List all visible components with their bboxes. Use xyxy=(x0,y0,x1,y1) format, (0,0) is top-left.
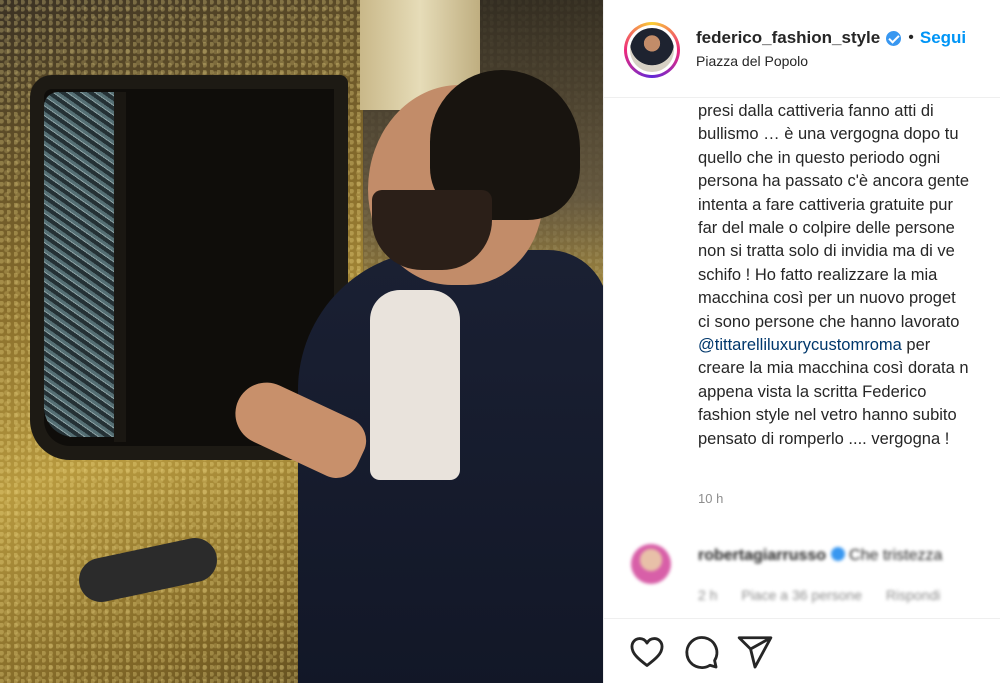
comment-likes[interactable]: Piace a 36 persone xyxy=(741,587,862,603)
car-window-post xyxy=(114,92,126,442)
comment-username[interactable]: robertagiarrusso xyxy=(698,547,826,564)
caption-line: presi dalla cattiveria fanno atti di xyxy=(698,102,934,120)
post-time-ago[interactable]: 10 h xyxy=(698,491,723,506)
profile-avatar[interactable] xyxy=(624,22,680,78)
post-header: federico_fashion_style • Segui Piazza de… xyxy=(604,0,1000,98)
broken-glass xyxy=(44,92,114,437)
follow-button[interactable]: Segui xyxy=(920,28,966,48)
caption-line: bullismo … è una vergogna dopo tu xyxy=(698,125,959,144)
caption-line: macchina così per un nuovo proget xyxy=(698,289,956,308)
caption-line: appena vista la scritta Federico xyxy=(698,382,927,401)
caption-line: fashion style nel vetro hanno subito xyxy=(698,406,957,425)
post-side-panel: federico_fashion_style • Segui Piazza de… xyxy=(603,0,1000,683)
caption-line: far del male o colpire delle persone xyxy=(698,219,955,238)
comment-item: robertagiarrusso Che tristezza 2 h Piace … xyxy=(604,530,1000,620)
post-actions-bar xyxy=(604,618,1000,683)
comment-time[interactable]: 2 h xyxy=(698,587,717,603)
comment-avatar[interactable] xyxy=(631,544,671,584)
caption-line: pensato di romperlo .... vergogna ! xyxy=(698,429,950,448)
avatar-image xyxy=(630,28,674,72)
comment-text: Che tristezza xyxy=(849,547,943,564)
verified-badge-icon xyxy=(886,30,902,46)
caption-line: ci sono persone che hanno lavorato xyxy=(698,312,960,331)
separator-dot: • xyxy=(908,29,914,46)
verified-badge-icon xyxy=(831,547,846,561)
caption-line: creare la mia macchina così dorata n xyxy=(698,359,969,378)
post-username[interactable]: federico_fashion_style xyxy=(696,28,880,48)
caption-mention-line: @tittarelliluxurycustomroma per xyxy=(698,334,1000,357)
post-location[interactable]: Piazza del Popolo xyxy=(696,53,808,69)
comment-body: robertagiarrusso Che tristezza xyxy=(698,547,942,565)
person-shirt xyxy=(370,290,460,480)
caption-line: intenta a fare cattiveria gratuite pur xyxy=(698,195,953,214)
comment-meta: 2 h Piace a 36 persone Rispondi xyxy=(698,587,960,603)
share-icon[interactable] xyxy=(736,633,774,671)
post-photo[interactable] xyxy=(0,0,603,683)
username-row: federico_fashion_style • Segui xyxy=(696,28,966,48)
caption-line: schifo ! Ho fatto realizzare la mia xyxy=(698,265,938,284)
comment-icon[interactable] xyxy=(682,633,720,671)
heart-icon[interactable] xyxy=(628,633,666,671)
caption-mention-tail: per xyxy=(901,336,931,355)
caption-line: quello che in questo periodo ogni xyxy=(698,148,941,167)
person-beard xyxy=(372,190,492,270)
caption-line: persona ha passato c'è ancora gente xyxy=(698,172,970,191)
caption-line: non si tratta solo di invidia ma di ve xyxy=(698,242,955,261)
caption-mention-link[interactable]: @tittarelliluxurycustomroma xyxy=(698,336,902,354)
post-caption: presi dalla cattiveria fanno atti di bul… xyxy=(698,100,1000,475)
comment-reply-button[interactable]: Rispondi xyxy=(886,587,940,603)
